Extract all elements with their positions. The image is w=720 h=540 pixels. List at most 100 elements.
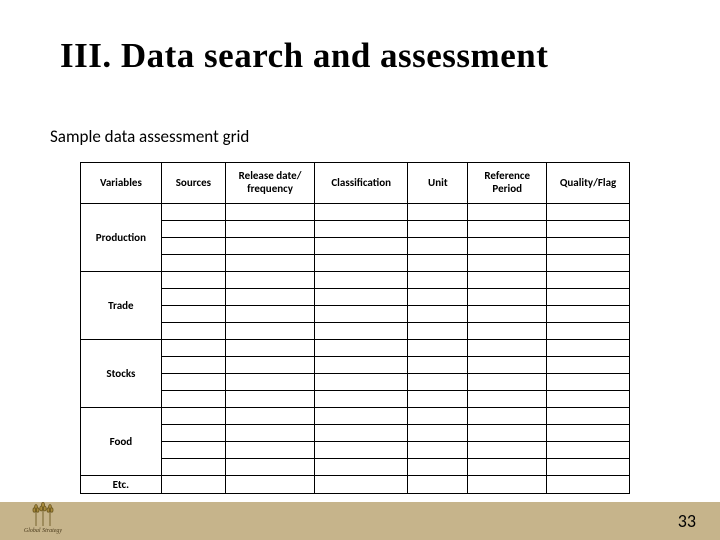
cell: [226, 442, 315, 459]
cell: [408, 238, 468, 255]
cell: [226, 238, 315, 255]
row-group-label: Production: [81, 204, 162, 272]
cell: [408, 306, 468, 323]
cell: [161, 391, 225, 408]
table-row: Production: [81, 204, 630, 221]
table-row: Stocks: [81, 340, 630, 357]
cell: [226, 204, 315, 221]
cell: [468, 340, 547, 357]
cell: [547, 340, 630, 357]
cell: [468, 357, 547, 374]
cell: [161, 425, 225, 442]
cell: [547, 476, 630, 494]
table-header: Variables Sources Release date/ frequenc…: [81, 163, 630, 204]
cell: [315, 391, 408, 408]
cell: [547, 323, 630, 340]
cell: [315, 340, 408, 357]
table-row: Etc.: [81, 476, 630, 494]
cell: [226, 459, 315, 476]
cell: [468, 255, 547, 272]
cell: [468, 408, 547, 425]
cell: [547, 459, 630, 476]
cell: [315, 408, 408, 425]
cell: [315, 323, 408, 340]
cell: [315, 476, 408, 494]
table-row: [81, 425, 630, 442]
col-quality: Quality/Flag: [547, 163, 630, 204]
cell: [547, 255, 630, 272]
cell: [315, 255, 408, 272]
assessment-table: Variables Sources Release date/ frequenc…: [80, 162, 630, 494]
cell: [161, 289, 225, 306]
table-row: [81, 289, 630, 306]
cell: [161, 323, 225, 340]
cell: [547, 408, 630, 425]
cell: [547, 289, 630, 306]
cell: [161, 357, 225, 374]
assessment-grid: Variables Sources Release date/ frequenc…: [80, 162, 630, 494]
cell: [315, 221, 408, 238]
cell: [226, 255, 315, 272]
col-release: Release date/ frequency: [226, 163, 315, 204]
table-row: [81, 255, 630, 272]
cell: [408, 221, 468, 238]
cell: [161, 459, 225, 476]
cell: [468, 425, 547, 442]
cell: [315, 374, 408, 391]
cell: [408, 391, 468, 408]
cell: [547, 425, 630, 442]
cell: [408, 340, 468, 357]
cell: [315, 289, 408, 306]
row-group-label: Food: [81, 408, 162, 476]
cell: [408, 204, 468, 221]
table-row: [81, 374, 630, 391]
row-group-label: Trade: [81, 272, 162, 340]
cell: [408, 459, 468, 476]
cell: [468, 306, 547, 323]
cell: [468, 323, 547, 340]
cell: [315, 442, 408, 459]
cell: [468, 204, 547, 221]
cell: [547, 357, 630, 374]
col-classification: Classification: [315, 163, 408, 204]
cell: [408, 289, 468, 306]
cell: [315, 204, 408, 221]
cell: [547, 374, 630, 391]
cell: [547, 306, 630, 323]
col-variables: Variables: [81, 163, 162, 204]
cell: [161, 476, 225, 494]
row-group-label: Etc.: [81, 476, 162, 494]
table-row: [81, 306, 630, 323]
subtitle: Sample data assessment grid: [50, 126, 249, 147]
cell: [226, 221, 315, 238]
table-body: ProductionTradeStocksFoodEtc.: [81, 204, 630, 494]
cell: [468, 459, 547, 476]
table-row: [81, 442, 630, 459]
table-row: [81, 238, 630, 255]
cell: [468, 272, 547, 289]
cell: [408, 425, 468, 442]
cell: [161, 374, 225, 391]
cell: [315, 306, 408, 323]
cell: [547, 204, 630, 221]
cell: [408, 357, 468, 374]
cell: [468, 391, 547, 408]
cell: [547, 221, 630, 238]
cell: [547, 238, 630, 255]
table-row: [81, 391, 630, 408]
cell: [315, 238, 408, 255]
cell: [226, 357, 315, 374]
cell: [408, 255, 468, 272]
cell: [408, 408, 468, 425]
cell: [226, 323, 315, 340]
cell: [161, 204, 225, 221]
slide: III. Data search and assessment Sample d…: [0, 0, 720, 540]
cell: [226, 408, 315, 425]
col-sources: Sources: [161, 163, 225, 204]
cell: [161, 255, 225, 272]
cell: [315, 425, 408, 442]
row-group-label: Stocks: [81, 340, 162, 408]
cell: [226, 306, 315, 323]
col-refperiod: Reference Period: [468, 163, 547, 204]
cell: [315, 272, 408, 289]
